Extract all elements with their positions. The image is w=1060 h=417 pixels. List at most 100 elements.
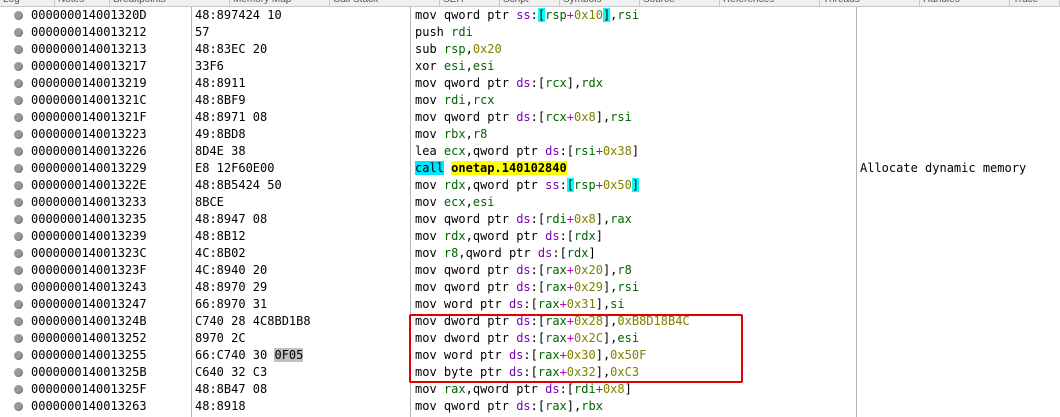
tab-call-stack[interactable]: Call Stack [330, 0, 440, 6]
disasm-row[interactable]: 0000000140013233 8BCE mov ecx,esi [0, 194, 1060, 211]
tab-symbols[interactable]: Symbols [560, 0, 640, 6]
opcode-bytes: 48:8918 [195, 399, 246, 413]
breakpoint-dot-icon[interactable] [14, 334, 23, 343]
disasm-row[interactable]: 0000000140013226 8D4E 38 lea ecx,qword ptr… [0, 143, 1060, 160]
instruction: lea ecx,qword ptr ds:[rsi+0x38] [415, 144, 640, 158]
breakpoint-dot-icon[interactable] [14, 147, 23, 156]
instruction: mov dword ptr ds:[rax+0x2C],esi [415, 331, 640, 345]
breakpoint-dot-icon[interactable] [14, 232, 23, 241]
disasm-row[interactable]: 0000000140013212 57 push rdi [0, 24, 1060, 41]
tab-handles[interactable]: Handles [920, 0, 1010, 6]
disasm-row[interactable]: 000000014001325F 48:8B47 08 mov rax,qword … [0, 381, 1060, 398]
disasm-row[interactable]: 0000000140013252 8970 2C mov dword ptr ds:… [0, 330, 1060, 347]
breakpoint-dot-icon[interactable] [14, 215, 23, 224]
breakpoint-dot-icon[interactable] [14, 181, 23, 190]
tab-threads[interactable]: Threads [820, 0, 920, 6]
disasm-row[interactable]: 0000000140013235 48:8947 08 mov qword ptr … [0, 211, 1060, 228]
breakpoint-dot-icon[interactable] [14, 96, 23, 105]
instruction: mov qword ptr ds:[rax],rbx [415, 399, 603, 413]
disasm-row[interactable]: 0000000140013217 33F6 xor esi,esi [0, 58, 1060, 75]
breakpoint-dot-icon[interactable] [14, 198, 23, 207]
address: 0000000140013219 [31, 76, 147, 90]
breakpoint-dot-icon[interactable] [14, 164, 23, 173]
instruction: mov ecx,esi [415, 195, 495, 209]
opcode-bytes: 48:8911 [195, 76, 246, 90]
address: 0000000140013235 [31, 212, 147, 226]
tab-notes[interactable]: Notes [55, 0, 110, 6]
instruction: mov byte ptr ds:[rax+0x32],0xC3 [415, 365, 640, 379]
disasm-row[interactable]: 000000014001325B C640 32 C3 mov byte ptr d… [0, 364, 1060, 381]
disasm-row[interactable]: 0000000140013219 48:8911 mov qword ptr ds:… [0, 75, 1060, 92]
disasm-row[interactable]: 0000000140013239 48:8B12 mov rdx,qword ptr… [0, 228, 1060, 245]
tab-trace[interactable]: Trace [1010, 0, 1060, 6]
tab-breakpoints[interactable]: Breakpoints [110, 0, 230, 6]
address: 000000014001320D [31, 8, 147, 22]
opcode-bytes: 48:8970 29 [195, 280, 268, 294]
tab-memory-map[interactable]: Memory Map [230, 0, 330, 6]
disasm-row[interactable]: 000000014001320D 48:897424 10 mov qword pt… [0, 7, 1060, 24]
instruction: mov qword ptr ds:[rcx+0x8],rsi [415, 110, 632, 124]
breakpoint-dot-icon[interactable] [14, 79, 23, 88]
opcode-bytes: 4C:8B02 [195, 246, 246, 260]
opcode-bytes: 8BCE [195, 195, 224, 209]
address: 000000014001325F [31, 382, 147, 396]
tab-script[interactable]: Script [500, 0, 560, 6]
address: 0000000140013229 [31, 161, 147, 175]
instruction: mov r8,qword ptr ds:[rdx] [415, 246, 596, 260]
breakpoint-dot-icon[interactable] [14, 300, 23, 309]
address: 0000000140013255 [31, 348, 147, 362]
opcode-bytes: 48:8B5424 50 [195, 178, 282, 192]
disasm-row[interactable]: 0000000140013263 48:8918 mov qword ptr ds:… [0, 398, 1060, 415]
breakpoint-dot-icon[interactable] [14, 45, 23, 54]
breakpoint-dot-icon[interactable] [14, 351, 23, 360]
disasm-row[interactable]: 0000000140013229 E8 12F60E00 call onetap.1… [0, 160, 1060, 177]
instruction: mov rdi,rcx [415, 93, 495, 107]
opcode-bytes: E8 12F60E00 [195, 161, 275, 175]
disasm-row[interactable]: 0000000140013223 49:8BD8 mov rbx,r8 [0, 126, 1060, 143]
opcode-bytes: 57 [195, 25, 210, 39]
address: 0000000140013239 [31, 229, 147, 243]
opcode-bytes: C640 32 C3 [195, 365, 268, 379]
address: 0000000140013263 [31, 399, 147, 413]
instruction: xor esi,esi [415, 59, 495, 73]
address: 000000014001325B [31, 365, 147, 379]
breakpoint-dot-icon[interactable] [14, 130, 23, 139]
address: 000000014001322E [31, 178, 147, 192]
instruction: sub rsp,0x20 [415, 42, 502, 56]
breakpoint-dot-icon[interactable] [14, 62, 23, 71]
disasm-row[interactable]: 0000000140013213 48:83EC 20 sub rsp,0x20 [0, 41, 1060, 58]
breakpoint-dot-icon[interactable] [14, 317, 23, 326]
breakpoint-dot-icon[interactable] [14, 11, 23, 20]
disasm-row[interactable]: 000000014001321F 48:8971 08 mov qword ptr … [0, 109, 1060, 126]
tab-seh[interactable]: SEH [440, 0, 500, 6]
address: 0000000140013233 [31, 195, 147, 209]
breakpoint-dot-icon[interactable] [14, 249, 23, 258]
breakpoint-dot-icon[interactable] [14, 402, 23, 411]
tab-source[interactable]: Source [640, 0, 720, 6]
breakpoint-dot-icon[interactable] [14, 113, 23, 122]
breakpoint-dot-icon[interactable] [14, 283, 23, 292]
instruction: mov rbx,r8 [415, 127, 488, 141]
disasm-row[interactable]: 0000000140013243 48:8970 29 mov qword ptr … [0, 279, 1060, 296]
tab-log[interactable]: Log [0, 0, 55, 6]
address: 0000000140013247 [31, 297, 147, 311]
breakpoint-dot-icon[interactable] [14, 368, 23, 377]
tab-references[interactable]: References [720, 0, 820, 6]
instruction: mov word ptr ds:[rax+0x31],si [415, 297, 625, 311]
address: 0000000140013226 [31, 144, 147, 158]
breakpoint-dot-icon[interactable] [14, 28, 23, 37]
instruction: mov qword ptr ss:[rsp+0x10],rsi [415, 8, 640, 22]
breakpoint-dot-icon[interactable] [14, 385, 23, 394]
disasm-row[interactable]: 000000014001322E 48:8B5424 50 mov rdx,qwor… [0, 177, 1060, 194]
disasm-row[interactable]: 0000000140013255 66:C740 30 0F05 mov word … [0, 347, 1060, 364]
instruction: mov rax,qword ptr ds:[rdi+0x8] [415, 382, 632, 396]
disasm-row[interactable]: 000000014001321C 48:8BF9 mov rdi,rcx [0, 92, 1060, 109]
disasm-row[interactable]: 000000014001323C 4C:8B02 mov r8,qword ptr … [0, 245, 1060, 262]
opcode-bytes: 33F6 [195, 59, 224, 73]
disasm-row[interactable]: 000000014001323F 4C:8940 20 mov qword ptr … [0, 262, 1060, 279]
disasm-row[interactable]: 0000000140013247 66:8970 31 mov word ptr d… [0, 296, 1060, 313]
address: 0000000140013212 [31, 25, 147, 39]
breakpoint-dot-icon[interactable] [14, 266, 23, 275]
disasm-row[interactable]: 000000014001324B C740 28 4C8BD1B8 mov dwor… [0, 313, 1060, 330]
instruction: mov qword ptr ds:[rax+0x20],r8 [415, 263, 632, 277]
